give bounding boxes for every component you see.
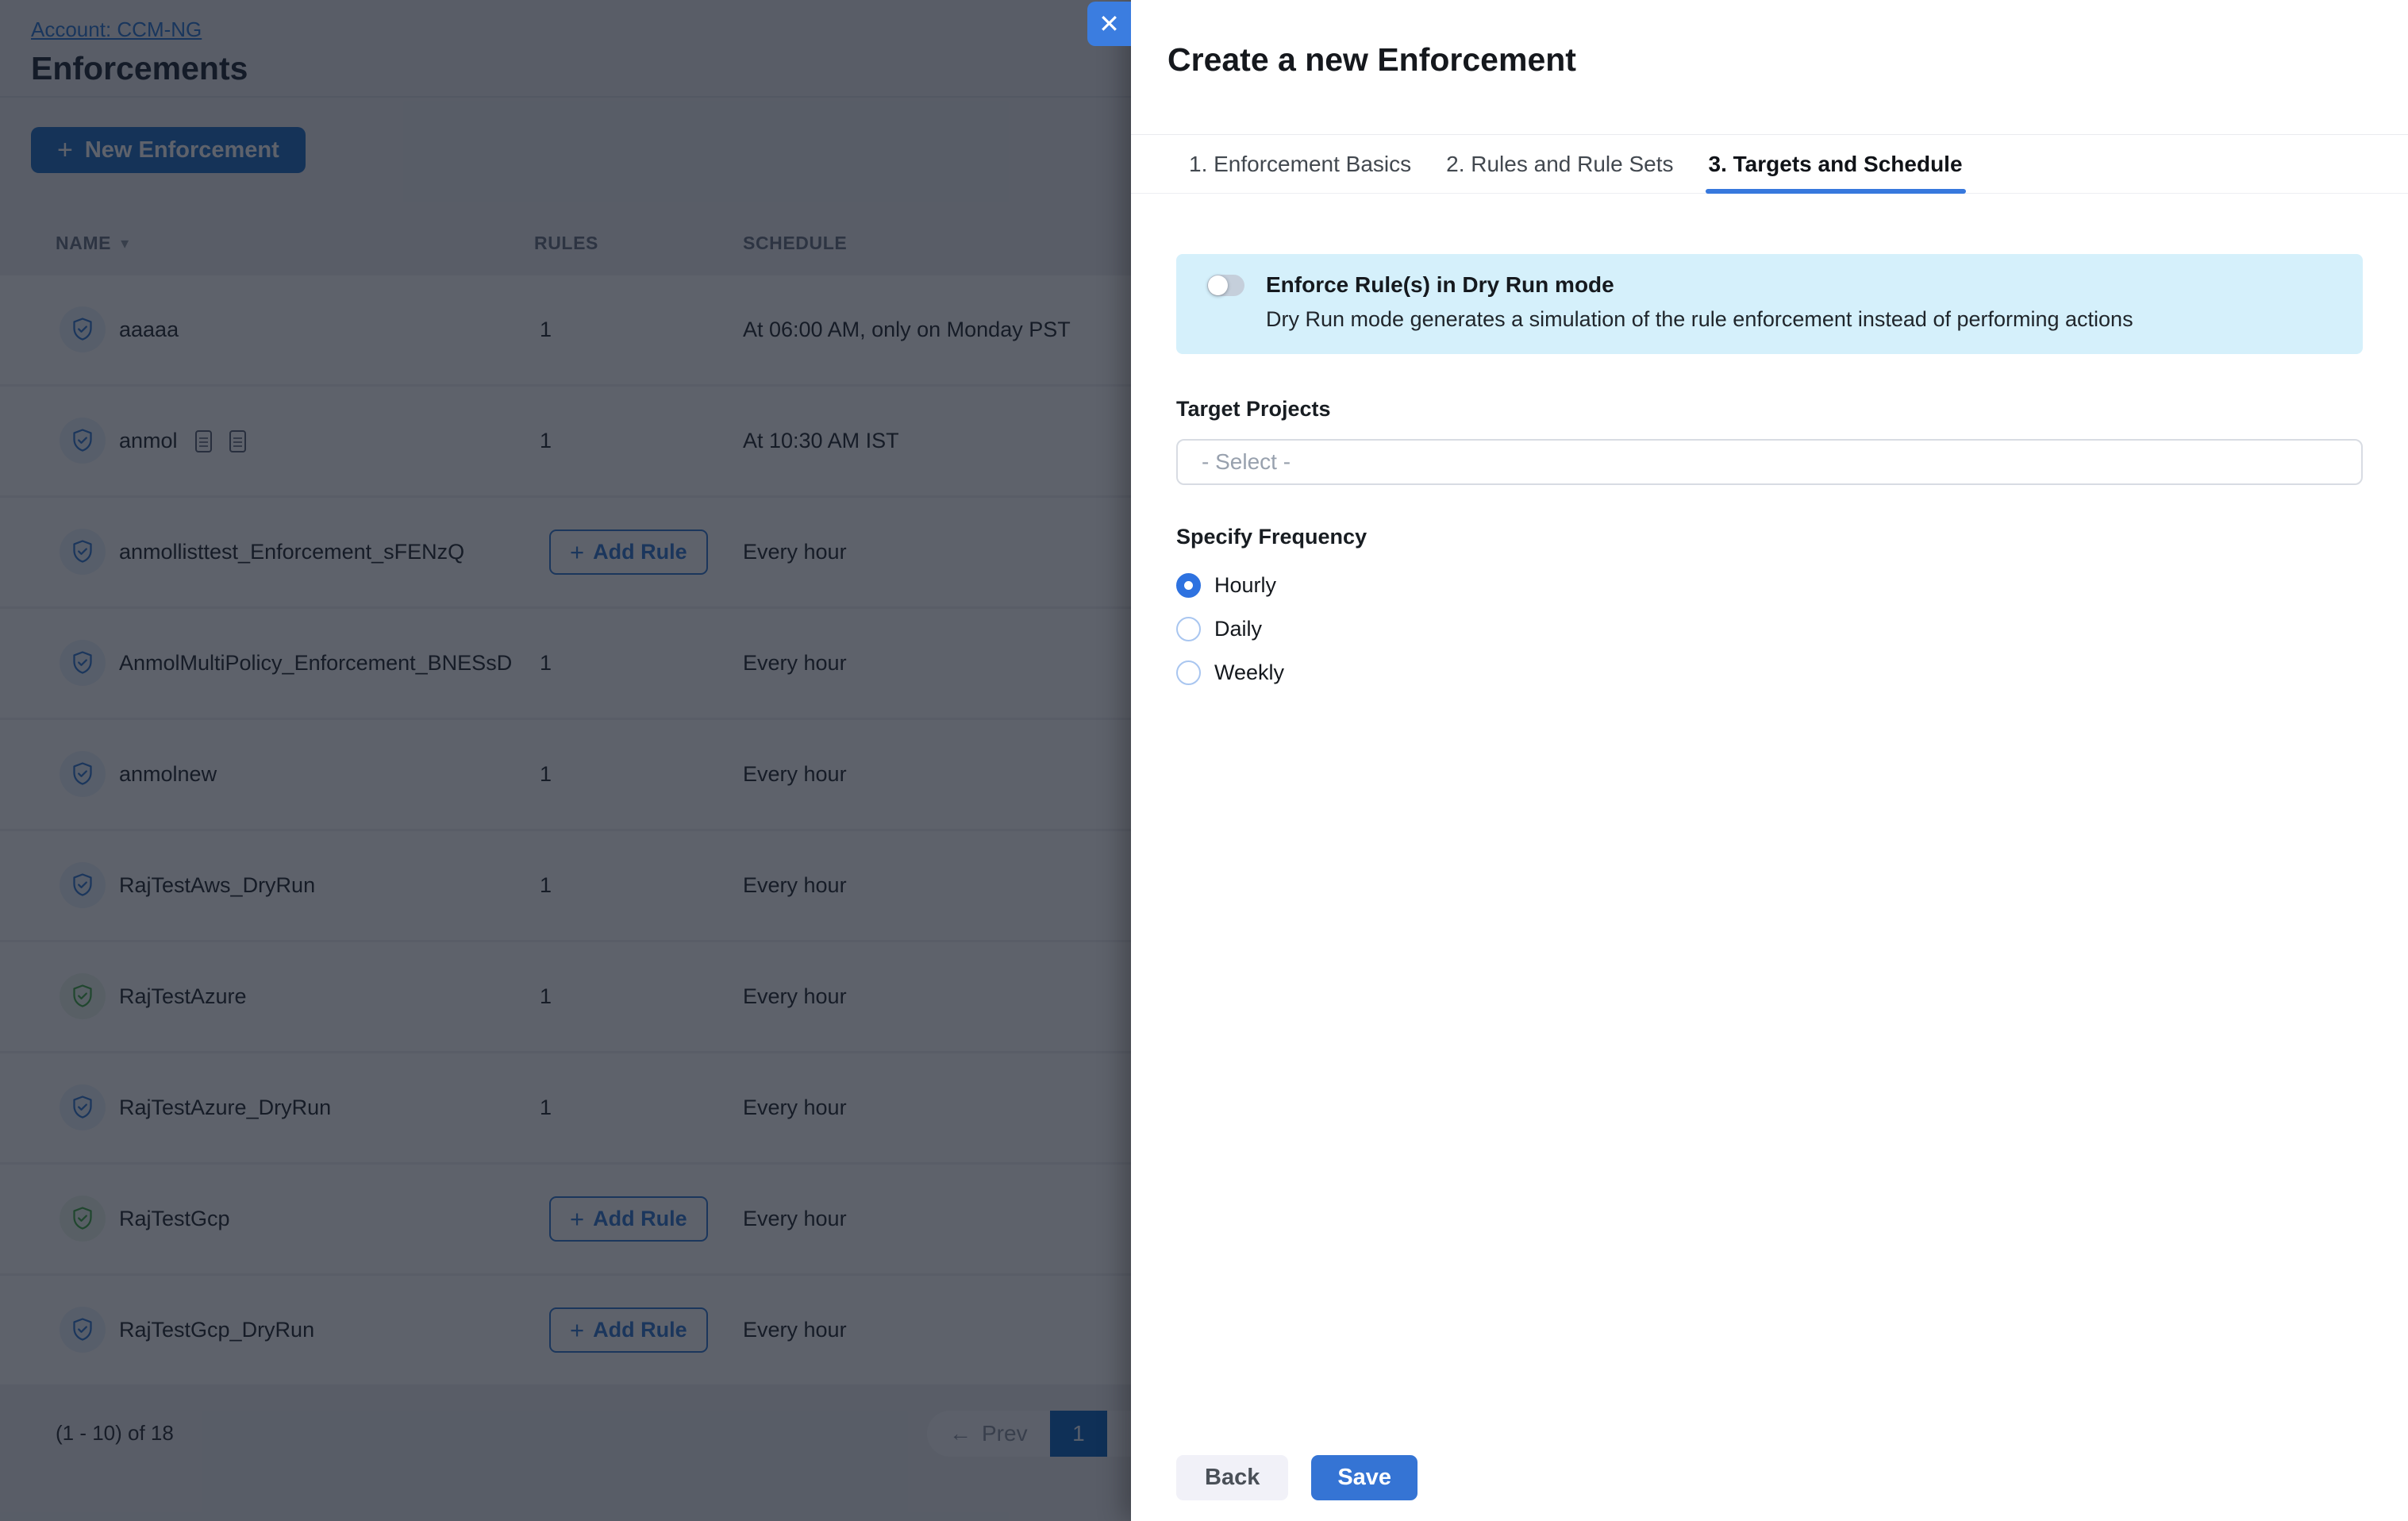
radio-label: Daily [1214, 617, 1262, 641]
frequency-option-hourly[interactable]: Hourly [1176, 570, 2363, 600]
save-button[interactable]: Save [1311, 1455, 1417, 1500]
specify-frequency-label: Specify Frequency [1176, 525, 2363, 549]
frequency-radio-group: Hourly Daily Weekly [1176, 570, 2363, 687]
panel-body: Enforce Rule(s) in Dry Run mode Dry Run … [1131, 254, 2408, 687]
panel-title: Create a new Enforcement [1167, 41, 2408, 79]
dry-run-toggle[interactable] [1207, 275, 1244, 296]
tab-rules-and-rule-sets[interactable]: 2. Rules and Rule Sets [1446, 135, 1673, 193]
radio-label: Hourly [1214, 573, 1276, 598]
radio-unchecked-icon[interactable] [1176, 660, 1201, 685]
dry-run-description: Dry Run mode generates a simulation of t… [1266, 307, 2339, 332]
tab-enforcement-basics[interactable]: 1. Enforcement Basics [1189, 135, 1411, 193]
radio-label: Weekly [1214, 660, 1284, 685]
frequency-option-weekly[interactable]: Weekly [1176, 657, 2363, 687]
tab-targets-and-schedule[interactable]: 3. Targets and Schedule [1709, 135, 1963, 193]
frequency-option-daily[interactable]: Daily [1176, 614, 2363, 644]
create-enforcement-panel: ✕ Create a new Enforcement 1. Enforcemen… [1131, 0, 2408, 1521]
screen: Account: CCM-NG Enforcements + New Enfor… [0, 0, 2408, 1521]
radio-unchecked-icon[interactable] [1176, 617, 1201, 641]
close-icon: ✕ [1098, 9, 1120, 39]
back-button[interactable]: Back [1176, 1455, 1288, 1500]
dry-run-banner: Enforce Rule(s) in Dry Run mode Dry Run … [1176, 254, 2363, 354]
panel-header: Create a new Enforcement [1131, 0, 2408, 135]
close-button[interactable]: ✕ [1087, 2, 1131, 46]
panel-footer: Back Save [1176, 1455, 1417, 1500]
wizard-tabs: 1. Enforcement Basics 2. Rules and Rule … [1131, 135, 2408, 194]
target-projects-select[interactable]: - Select - [1176, 439, 2363, 485]
target-projects-label: Target Projects [1176, 397, 2363, 422]
select-placeholder: - Select - [1202, 449, 1291, 475]
toggle-knob [1208, 275, 1228, 295]
dry-run-title: Enforce Rule(s) in Dry Run mode [1266, 272, 1614, 298]
radio-checked-icon[interactable] [1176, 573, 1201, 598]
